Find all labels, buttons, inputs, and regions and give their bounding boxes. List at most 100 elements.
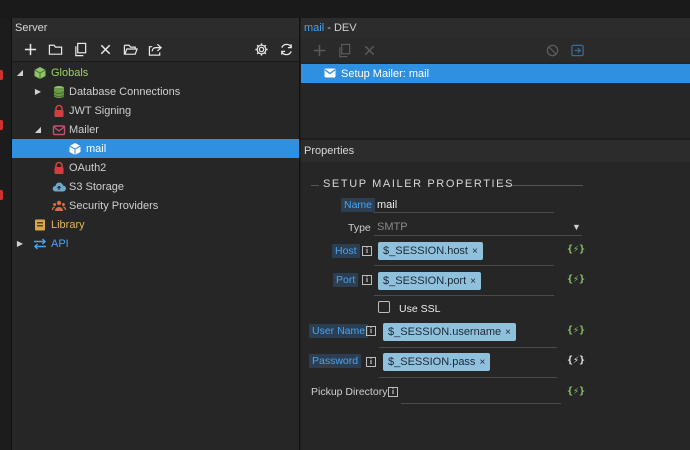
name-input[interactable]: mail xyxy=(377,199,397,211)
action-editor-title: mail - DEV xyxy=(301,18,690,38)
top-bar xyxy=(0,0,690,18)
tree-label: Security Providers xyxy=(69,199,159,212)
edge-marker xyxy=(0,70,3,80)
tree-label: JWT Signing xyxy=(69,104,132,117)
info-icon[interactable]: i xyxy=(388,387,398,397)
server-panel: Server ◢ Globals ▶ Database Connections … xyxy=(12,18,300,450)
username-underline xyxy=(379,347,557,348)
type-select[interactable]: SMTP xyxy=(377,221,408,233)
section-title: SETUP MAILER PROPERTIES xyxy=(323,178,515,190)
refresh-icon[interactable] xyxy=(274,40,299,60)
password-label[interactable]: Password xyxy=(309,354,362,368)
port-underline xyxy=(374,295,554,296)
use-ssl-label: Use SSL xyxy=(399,303,441,315)
password-value: $_SESSION.pass xyxy=(388,356,476,368)
tree-item-library[interactable]: Library xyxy=(12,215,299,234)
port-binding-pill[interactable]: $_SESSION.port × xyxy=(378,272,481,290)
remove-icon[interactable]: × xyxy=(472,246,478,257)
cloud-upload-icon xyxy=(52,180,66,194)
dynamic-data-icon[interactable]: {⚡} xyxy=(567,355,585,366)
caret-right-icon[interactable]: ▶ xyxy=(33,87,43,97)
port-label[interactable]: Port xyxy=(333,273,359,287)
tree-label: OAuth2 xyxy=(69,161,107,174)
remove-icon[interactable]: × xyxy=(479,357,485,368)
edge-marker xyxy=(0,120,3,130)
type-underline xyxy=(374,235,582,236)
open-folder-icon[interactable] xyxy=(118,40,143,60)
caret-right-icon[interactable]: ▶ xyxy=(15,239,25,249)
caret-down-icon[interactable]: ◢ xyxy=(15,68,25,78)
users-icon xyxy=(52,199,66,213)
server-toolbar xyxy=(12,38,299,62)
info-icon[interactable]: i xyxy=(362,246,372,256)
mail-icon xyxy=(52,123,66,137)
pickup-directory-underline xyxy=(401,403,561,404)
copy-icon[interactable] xyxy=(332,40,357,60)
properties-header: Properties xyxy=(301,140,690,162)
name-underline xyxy=(374,212,554,213)
tree-item-mailer[interactable]: ◢ Mailer xyxy=(12,120,299,139)
dynamic-data-icon[interactable]: {⚡} xyxy=(567,274,585,285)
info-icon[interactable]: i xyxy=(366,357,376,367)
host-value: $_SESSION.host xyxy=(383,245,468,257)
add-icon[interactable] xyxy=(307,40,332,60)
port-value: $_SESSION.port xyxy=(383,275,467,287)
tree-label: Globals xyxy=(51,66,89,79)
host-binding-pill[interactable]: $_SESSION.host × xyxy=(378,242,483,260)
username-label[interactable]: User Name xyxy=(309,324,369,338)
environment-label: - DEV xyxy=(324,22,357,34)
box-icon xyxy=(68,142,82,156)
type-label: Type xyxy=(348,222,371,234)
pickup-directory-label: Pickup Directory xyxy=(311,386,388,398)
remove-icon[interactable]: × xyxy=(505,327,511,338)
host-label[interactable]: Host xyxy=(332,244,360,258)
tree-item-oauth2[interactable]: OAuth2 xyxy=(12,158,299,177)
tree-item-database-connections[interactable]: ▶ Database Connections xyxy=(12,82,299,101)
delete-icon[interactable] xyxy=(357,40,382,60)
tree-item-jwt-signing[interactable]: JWT Signing xyxy=(12,101,299,120)
name-label[interactable]: Name xyxy=(341,198,376,212)
remove-icon[interactable]: × xyxy=(470,276,476,287)
share-icon[interactable] xyxy=(143,40,168,60)
info-icon[interactable]: i xyxy=(366,326,376,336)
server-panel-title: Server xyxy=(12,18,299,38)
dynamic-data-icon[interactable]: {⚡} xyxy=(567,386,585,397)
host-underline xyxy=(374,265,554,266)
tree-item-security-providers[interactable]: Security Providers xyxy=(12,196,299,215)
steps-list: Setup Mailer: mail xyxy=(301,62,690,138)
step-setup-mailer[interactable]: Setup Mailer: mail xyxy=(301,64,690,83)
info-icon[interactable]: i xyxy=(362,275,372,285)
folder-icon[interactable] xyxy=(43,40,68,60)
database-icon xyxy=(52,85,66,99)
lock-icon xyxy=(52,161,66,175)
gear-icon[interactable] xyxy=(249,40,274,60)
password-binding-pill[interactable]: $_SESSION.pass × xyxy=(383,353,491,371)
enter-icon[interactable] xyxy=(565,40,590,60)
delete-icon[interactable] xyxy=(93,40,118,60)
copy-icon[interactable] xyxy=(68,40,93,60)
tree-item-s3-storage[interactable]: S3 Storage xyxy=(12,177,299,196)
library-icon xyxy=(33,218,47,232)
cube-icon xyxy=(33,66,47,80)
tree-label: S3 Storage xyxy=(69,180,125,193)
tree-label: Mailer xyxy=(69,123,99,136)
app-window: Server ◢ Globals ▶ Database Connections … xyxy=(0,0,690,450)
chevron-down-icon[interactable]: ▼ xyxy=(572,222,581,232)
caret-down-icon[interactable]: ◢ xyxy=(33,125,43,135)
tree-item-mail[interactable]: mail xyxy=(12,139,299,158)
tree-label: Library xyxy=(51,218,85,231)
mail-icon xyxy=(323,66,337,80)
disable-icon[interactable] xyxy=(540,40,565,60)
edge-marker xyxy=(0,190,3,200)
tree-label: API xyxy=(51,237,69,250)
tree-item-api[interactable]: ▶ API xyxy=(12,234,299,253)
add-icon[interactable] xyxy=(18,40,43,60)
password-underline xyxy=(379,377,557,378)
dynamic-data-icon[interactable]: {⚡} xyxy=(567,244,585,255)
tree-item-globals[interactable]: ◢ Globals xyxy=(12,63,299,82)
dynamic-data-icon[interactable]: {⚡} xyxy=(567,325,585,336)
action-name: mail xyxy=(304,22,325,34)
username-binding-pill[interactable]: $_SESSION.username × xyxy=(383,323,516,341)
use-ssl-checkbox[interactable] xyxy=(378,301,390,313)
steps-toolbar xyxy=(301,38,690,62)
